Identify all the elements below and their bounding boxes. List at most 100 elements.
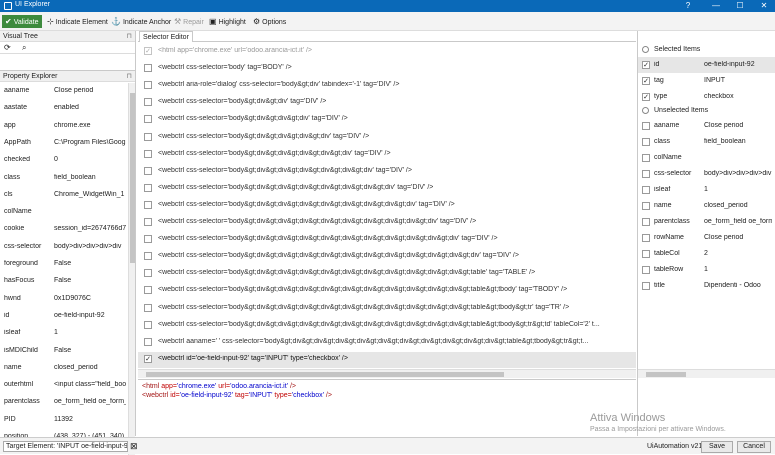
attribute-checkbox[interactable] — [642, 154, 650, 162]
save-button[interactable]: Save — [701, 441, 733, 453]
visual-tree-area[interactable] — [0, 54, 135, 71]
selector-checkbox[interactable] — [144, 183, 152, 192]
attribute-row[interactable]: rowName Close period — [638, 230, 775, 246]
selector-row[interactable]: <webctrl css-selector='body&gt;div&gt;di… — [138, 266, 636, 282]
property-row[interactable]: class field_boolean — [0, 170, 128, 187]
property-row[interactable]: id oe-field-input-92 — [0, 308, 128, 325]
attribute-row[interactable]: title Dipendenti - Odoo — [638, 278, 775, 294]
property-row[interactable]: hasFocus False — [0, 273, 128, 290]
attribute-row[interactable]: class field_boolean — [638, 134, 775, 150]
attribute-checkbox[interactable] — [642, 138, 650, 146]
property-row[interactable]: foreground False — [0, 256, 128, 273]
selector-row[interactable]: <webctrl css-selector='body&gt;div&gt;di… — [138, 95, 636, 111]
target-element-field[interactable]: Target Element: 'INPUT oe-field-input-92… — [3, 441, 128, 452]
property-row[interactable]: outerhtml <input class="field_boole — [0, 377, 128, 394]
selector-row[interactable]: <webctrl aaname=' ' css-selector='body&g… — [138, 335, 636, 351]
selector-checkbox[interactable] — [144, 115, 152, 124]
property-row[interactable]: colName — [0, 204, 128, 221]
attribute-checkbox[interactable] — [642, 202, 650, 210]
attribute-row[interactable]: isleaf 1 — [638, 182, 775, 198]
refresh-icon[interactable]: ⟳ — [4, 43, 11, 52]
property-row[interactable]: css-selector body>div>div>div>div — [0, 239, 128, 256]
selector-row[interactable]: <webctrl css-selector='body&gt;div&gt;di… — [138, 215, 636, 231]
selector-row[interactable]: <webctrl css-selector='body&gt;div&gt;di… — [138, 283, 636, 299]
minimize-button[interactable]: — — [705, 0, 727, 12]
attribute-checkbox[interactable] — [642, 266, 650, 274]
indicate-anchor-button[interactable]: ⚓ Indicate Anchor — [111, 15, 171, 28]
attribute-checkbox[interactable]: ✓ — [642, 77, 650, 85]
selector-row[interactable]: ✓ <webctrl id='oe-field-input-92' tag='IN… — [138, 351, 636, 368]
attribute-checkbox[interactable] — [642, 234, 650, 242]
property-scrollbar[interactable] — [128, 83, 135, 455]
selector-checkbox[interactable] — [144, 149, 152, 158]
attribute-checkbox[interactable] — [642, 282, 650, 290]
attribute-row[interactable]: ✓ tag INPUT — [638, 73, 775, 89]
selector-checkbox[interactable] — [144, 252, 152, 261]
attribute-row[interactable]: css-selector body>div>div>div>div — [638, 166, 775, 182]
cancel-button[interactable]: Cancel — [737, 441, 771, 453]
selector-row[interactable]: <webctrl css-selector='body' tag='BODY' … — [138, 61, 636, 77]
scrollbar-thumb[interactable] — [646, 372, 686, 377]
selector-row[interactable]: <webctrl css-selector='body&gt;div&gt;di… — [138, 181, 636, 197]
attribute-checkbox[interactable] — [642, 218, 650, 226]
selector-row[interactable]: ✓ <html app='chrome.exe' url='odoo.aranci… — [138, 44, 636, 60]
validate-button[interactable]: ✔ Validate — [2, 15, 42, 28]
selector-checkbox[interactable] — [144, 286, 152, 295]
property-row[interactable]: parentclass oe_form_field oe_form_fi — [0, 394, 128, 411]
selector-checkbox[interactable] — [144, 235, 152, 244]
attribute-checkbox[interactable] — [642, 122, 650, 130]
property-row[interactable]: checked 0 — [0, 152, 128, 169]
attribute-row[interactable]: ✓ id oe-field-input-92 — [638, 57, 775, 73]
attribute-checkbox[interactable] — [642, 186, 650, 194]
selector-checkbox[interactable] — [144, 132, 152, 141]
property-row[interactable]: isleaf 1 — [0, 325, 128, 342]
attribute-row[interactable]: tableCol 2 — [638, 246, 775, 262]
highlight-button[interactable]: ▣ Highlight — [209, 15, 246, 28]
indicate-element-button[interactable]: ⊹ Indicate Element — [47, 15, 108, 28]
property-row[interactable]: isMDIChild False — [0, 343, 128, 360]
pin-icon[interactable]: ⊓ — [127, 71, 132, 82]
selector-checkbox[interactable] — [144, 81, 152, 90]
selector-checkbox[interactable] — [144, 218, 152, 226]
search-icon[interactable]: ⌕ — [22, 43, 26, 53]
scrollbar-thumb[interactable] — [130, 93, 135, 263]
selector-checkbox[interactable] — [144, 166, 152, 175]
property-row[interactable]: aaname Close period — [0, 83, 128, 100]
selector-checkbox[interactable] — [144, 303, 152, 312]
pin-icon[interactable]: ⊓ — [127, 31, 132, 42]
selector-checkbox[interactable] — [144, 64, 152, 73]
tab-selector-editor[interactable]: Selector Editor — [139, 31, 193, 42]
property-row[interactable]: aastate enabled — [0, 100, 128, 117]
maximize-button[interactable]: ☐ — [729, 0, 751, 12]
options-button[interactable]: ⚙ Options — [253, 15, 286, 28]
attribute-checkbox[interactable]: ✓ — [642, 61, 650, 69]
selector-row[interactable]: <webctrl css-selector='body&gt;div&gt;di… — [138, 318, 636, 334]
selector-row[interactable]: <webctrl css-selector='body&gt;div&gt;di… — [138, 198, 636, 214]
help-button[interactable]: ? — [677, 0, 699, 12]
selector-checkbox[interactable]: ✓ — [144, 354, 152, 363]
property-row[interactable]: name closed_period — [0, 360, 128, 377]
attribute-checkbox[interactable] — [642, 250, 650, 258]
attribute-row[interactable]: tableRow 1 — [638, 262, 775, 278]
selector-row[interactable]: <webctrl css-selector='body&gt;div&gt;di… — [138, 147, 636, 163]
selector-checkbox[interactable] — [144, 200, 152, 209]
scrollbar-thumb[interactable] — [146, 372, 504, 377]
selector-row[interactable]: <webctrl aria-role='dialog' css-selector… — [138, 78, 636, 94]
attribute-row[interactable]: name closed_period — [638, 198, 775, 214]
clear-target-icon[interactable]: ⊠ — [130, 441, 138, 452]
selector-preview[interactable]: <html app='chrome.exe' url='odoo.arancia… — [138, 379, 636, 436]
property-row[interactable]: PID 11392 — [0, 412, 128, 429]
property-row[interactable]: cls Chrome_WidgetWin_1 — [0, 187, 128, 204]
selector-checkbox[interactable] — [144, 269, 152, 278]
selector-checkbox[interactable]: ✓ — [144, 47, 152, 55]
property-row[interactable]: cookie session_id=2674766d739e — [0, 221, 128, 238]
selector-row[interactable]: <webctrl css-selector='body&gt;div&gt;di… — [138, 164, 636, 180]
attribute-checkbox[interactable]: ✓ — [642, 93, 650, 101]
selected-items-header[interactable]: Selected Items — [638, 44, 775, 55]
attribute-row[interactable]: ✓ type checkbox — [638, 89, 775, 105]
selector-hscrollbar[interactable] — [138, 369, 636, 378]
attribute-checkbox[interactable] — [642, 170, 650, 178]
selector-checkbox[interactable] — [144, 337, 152, 346]
property-row[interactable]: app chrome.exe — [0, 118, 128, 135]
selector-checkbox[interactable] — [144, 98, 152, 107]
